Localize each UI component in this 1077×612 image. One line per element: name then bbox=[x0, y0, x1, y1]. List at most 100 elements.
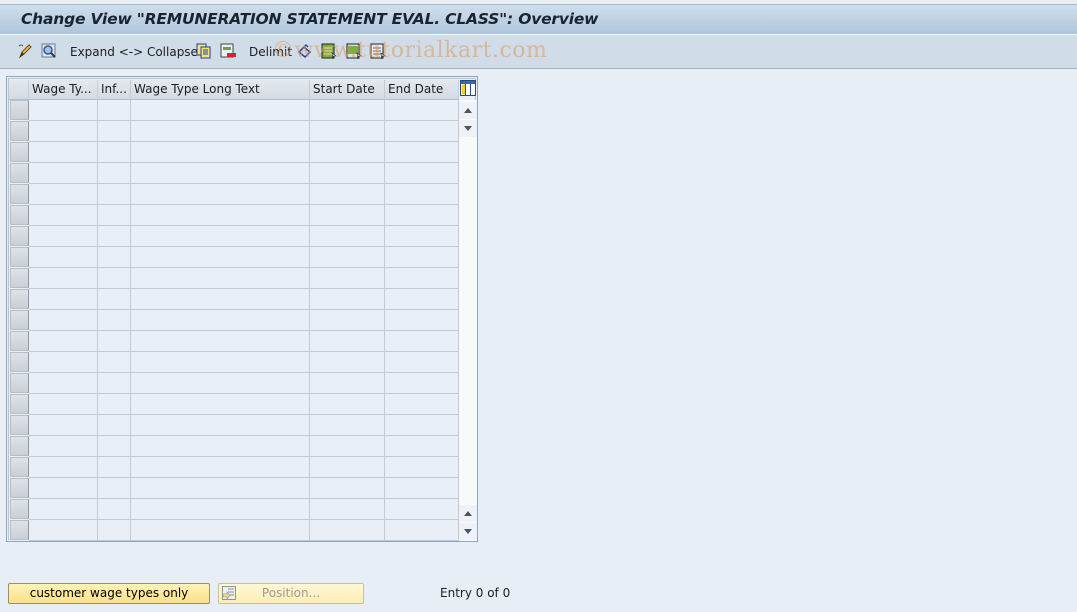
table-cell-wage-type[interactable] bbox=[29, 184, 98, 205]
column-header-long-text[interactable]: Wage Type Long Text bbox=[131, 80, 310, 100]
select-all-icon[interactable] bbox=[321, 43, 337, 60]
row-selector[interactable] bbox=[10, 394, 29, 414]
row-selector[interactable] bbox=[10, 226, 29, 246]
table-cell-end-date[interactable] bbox=[385, 478, 459, 499]
table-cell-wage-type[interactable] bbox=[29, 247, 98, 268]
table-cell-end-date[interactable] bbox=[385, 289, 459, 310]
table-cell-inf[interactable] bbox=[98, 415, 131, 436]
table-cell-wage-type[interactable] bbox=[29, 226, 98, 247]
table-cell-end-date[interactable] bbox=[385, 499, 459, 520]
row-selector[interactable] bbox=[10, 415, 29, 435]
table-cell-inf[interactable] bbox=[98, 226, 131, 247]
table-cell-long-text[interactable] bbox=[131, 268, 310, 289]
row-selector[interactable] bbox=[10, 499, 29, 519]
select-all-rows-header[interactable] bbox=[9, 80, 29, 100]
table-cell-long-text[interactable] bbox=[131, 499, 310, 520]
row-selector[interactable] bbox=[10, 457, 29, 477]
table-cell-start-date[interactable] bbox=[310, 100, 385, 121]
table-cell-long-text[interactable] bbox=[131, 184, 310, 205]
table-cell-start-date[interactable] bbox=[310, 331, 385, 352]
table-cell-start-date[interactable] bbox=[310, 352, 385, 373]
table-cell-wage-type[interactable] bbox=[29, 436, 98, 457]
table-cell-start-date[interactable] bbox=[310, 247, 385, 268]
table-cell-inf[interactable] bbox=[98, 289, 131, 310]
table-cell-start-date[interactable] bbox=[310, 142, 385, 163]
expand-collapse-button[interactable]: Expand <-> Collapse bbox=[70, 43, 198, 61]
row-selector[interactable] bbox=[10, 331, 29, 351]
copy-as-icon[interactable] bbox=[196, 43, 212, 59]
table-cell-end-date[interactable] bbox=[385, 247, 459, 268]
customer-wage-types-only-button[interactable]: customer wage types only bbox=[8, 583, 210, 604]
table-cell-start-date[interactable] bbox=[310, 121, 385, 142]
table-cell-end-date[interactable] bbox=[385, 100, 459, 121]
undo-change-icon[interactable] bbox=[297, 43, 313, 59]
table-cell-wage-type[interactable] bbox=[29, 478, 98, 499]
table-cell-wage-type[interactable] bbox=[29, 415, 98, 436]
table-cell-wage-type[interactable] bbox=[29, 163, 98, 184]
table-cell-wage-type[interactable] bbox=[29, 457, 98, 478]
table-cell-inf[interactable] bbox=[98, 310, 131, 331]
table-cell-end-date[interactable] bbox=[385, 163, 459, 184]
row-selector[interactable] bbox=[10, 373, 29, 393]
table-cell-end-date[interactable] bbox=[385, 331, 459, 352]
table-cell-wage-type[interactable] bbox=[29, 121, 98, 142]
table-cell-start-date[interactable] bbox=[310, 184, 385, 205]
table-cell-wage-type[interactable] bbox=[29, 331, 98, 352]
table-cell-start-date[interactable] bbox=[310, 310, 385, 331]
table-cell-inf[interactable] bbox=[98, 331, 131, 352]
table-cell-inf[interactable] bbox=[98, 352, 131, 373]
table-cell-end-date[interactable] bbox=[385, 226, 459, 247]
table-cell-inf[interactable] bbox=[98, 457, 131, 478]
row-selector[interactable] bbox=[10, 436, 29, 456]
scroll-up-button[interactable] bbox=[459, 102, 477, 119]
table-cell-inf[interactable] bbox=[98, 100, 131, 121]
row-selector[interactable] bbox=[10, 247, 29, 267]
row-selector[interactable] bbox=[10, 310, 29, 330]
table-cell-long-text[interactable] bbox=[131, 373, 310, 394]
table-cell-long-text[interactable] bbox=[131, 205, 310, 226]
table-cell-inf[interactable] bbox=[98, 121, 131, 142]
table-cell-start-date[interactable] bbox=[310, 289, 385, 310]
table-cell-end-date[interactable] bbox=[385, 436, 459, 457]
table-cell-start-date[interactable] bbox=[310, 478, 385, 499]
table-cell-long-text[interactable] bbox=[131, 478, 310, 499]
table-cell-inf[interactable] bbox=[98, 373, 131, 394]
row-selector[interactable] bbox=[10, 163, 29, 183]
row-selector[interactable] bbox=[10, 205, 29, 225]
table-cell-long-text[interactable] bbox=[131, 436, 310, 457]
table-cell-end-date[interactable] bbox=[385, 184, 459, 205]
row-selector[interactable] bbox=[10, 268, 29, 288]
table-cell-long-text[interactable] bbox=[131, 163, 310, 184]
table-cell-long-text[interactable] bbox=[131, 247, 310, 268]
table-cell-wage-type[interactable] bbox=[29, 352, 98, 373]
table-cell-wage-type[interactable] bbox=[29, 520, 98, 541]
table-cell-end-date[interactable] bbox=[385, 373, 459, 394]
row-selector[interactable] bbox=[10, 184, 29, 204]
table-cell-inf[interactable] bbox=[98, 436, 131, 457]
table-cell-wage-type[interactable] bbox=[29, 499, 98, 520]
row-selector[interactable] bbox=[10, 352, 29, 372]
row-selector[interactable] bbox=[10, 142, 29, 162]
table-cell-long-text[interactable] bbox=[131, 310, 310, 331]
table-cell-end-date[interactable] bbox=[385, 205, 459, 226]
table-cell-end-date[interactable] bbox=[385, 520, 459, 541]
row-selector[interactable] bbox=[10, 478, 29, 498]
table-cell-start-date[interactable] bbox=[310, 499, 385, 520]
table-cell-wage-type[interactable] bbox=[29, 373, 98, 394]
table-cell-end-date[interactable] bbox=[385, 457, 459, 478]
table-cell-inf[interactable] bbox=[98, 205, 131, 226]
table-cell-inf[interactable] bbox=[98, 499, 131, 520]
vertical-scrollbar[interactable] bbox=[459, 100, 477, 541]
table-cell-start-date[interactable] bbox=[310, 163, 385, 184]
table-cell-end-date[interactable] bbox=[385, 394, 459, 415]
table-cell-start-date[interactable] bbox=[310, 394, 385, 415]
row-selector[interactable] bbox=[10, 100, 29, 120]
delimit-button[interactable]: Delimit bbox=[249, 43, 292, 61]
table-cell-start-date[interactable] bbox=[310, 415, 385, 436]
scroll-down-button[interactable] bbox=[459, 523, 477, 540]
table-cell-long-text[interactable] bbox=[131, 394, 310, 415]
table-cell-inf[interactable] bbox=[98, 142, 131, 163]
table-cell-long-text[interactable] bbox=[131, 142, 310, 163]
position-button[interactable]: Position... bbox=[218, 583, 364, 604]
table-cell-start-date[interactable] bbox=[310, 457, 385, 478]
